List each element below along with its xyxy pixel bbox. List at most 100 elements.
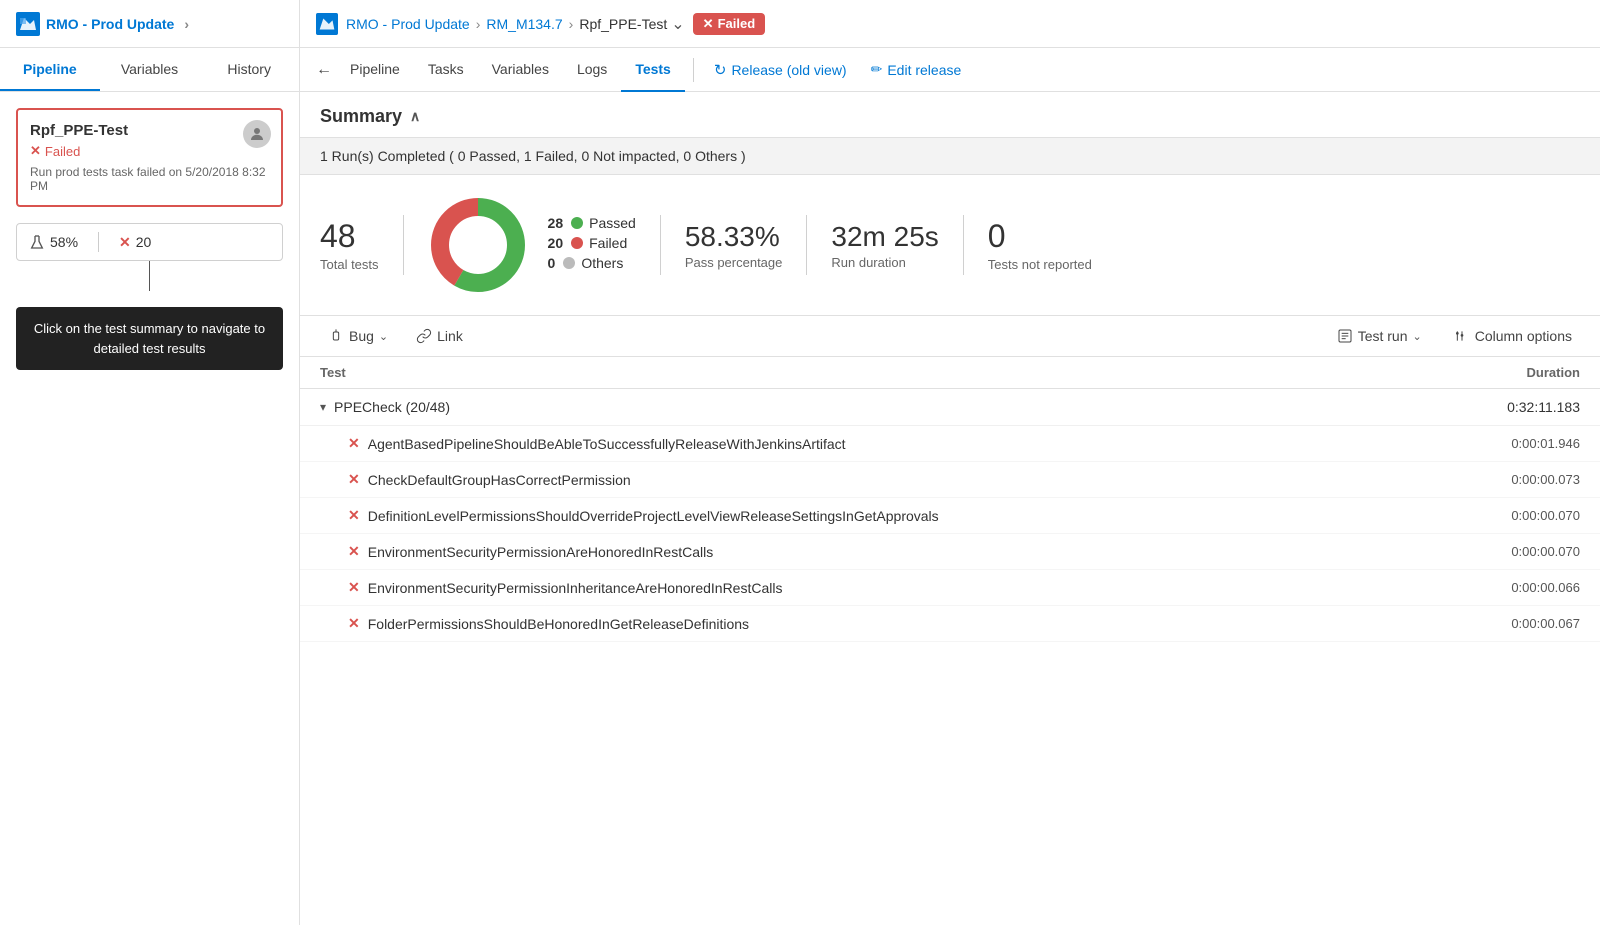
test-duration: 0:00:00.073 [1420, 472, 1580, 487]
bug-button[interactable]: Bug ⌄ [320, 324, 396, 348]
nav-tabs: ← Pipeline Tasks Variables Logs Tests ↻ … [300, 48, 1600, 92]
fail-icon: ✕ [119, 234, 131, 251]
legend-passed: 28 Passed [548, 215, 636, 231]
stage-dropdown-arrow[interactable]: ⌄ [671, 14, 684, 34]
run-summary-bar: 1 Run(s) Completed ( 0 Passed, 1 Failed,… [300, 137, 1600, 175]
bug-dropdown-icon: ⌄ [379, 330, 388, 343]
total-tests-num: 48 [320, 218, 379, 255]
test-name: CheckDefaultGroupHasCorrectPermission [368, 472, 1420, 488]
edit-icon: ✏ [871, 61, 883, 78]
sidebar-tab-history[interactable]: History [199, 48, 299, 91]
breadcrumb-release[interactable]: RM_M134.7 [486, 16, 562, 32]
flask-icon [29, 234, 45, 250]
stage-title: Rpf_PPE-Test [30, 122, 269, 139]
test-name: DefinitionLevelPermissionsShouldOverride… [368, 508, 1420, 524]
legend-others: 0 Others [548, 255, 636, 271]
link-button[interactable]: Link [408, 324, 471, 348]
toolbar-right: Test run ⌄ Column options [1329, 324, 1580, 348]
test-duration: 0:00:00.070 [1420, 508, 1580, 523]
test-duration: 0:00:01.946 [1420, 436, 1580, 451]
donut-chart-area: 28 Passed 20 Failed 0 Others [404, 195, 660, 295]
refresh-icon: ↻ [714, 61, 727, 79]
test-name: EnvironmentSecurityPermissionAreHonoredI… [368, 544, 1420, 560]
test-duration: 0:00:00.070 [1420, 544, 1580, 559]
col-duration-header: Duration [1420, 365, 1580, 380]
fail-icon: ✕ [348, 543, 360, 560]
expand-icon: ▾ [320, 400, 326, 414]
back-arrow-icon[interactable]: ← [316, 61, 332, 79]
fail-stat: ✕ 20 [119, 234, 151, 251]
not-reported-num: 0 [988, 218, 1092, 255]
test-run-icon [1337, 328, 1353, 344]
sidebar-tabs: Pipeline Variables History [0, 48, 299, 92]
pass-stat: 58% [29, 234, 78, 250]
table-row[interactable]: ✕ EnvironmentSecurityPermissionAreHonore… [300, 534, 1600, 570]
fail-icon: ✕ [348, 507, 360, 524]
test-run-dropdown-icon: ⌄ [1413, 330, 1422, 343]
stat-divider [98, 232, 99, 252]
tooltip-box: Click on the test summary to navigate to… [16, 307, 283, 370]
fail-icon: ✕ [348, 579, 360, 596]
stats-row: 48 Total tests [300, 175, 1600, 316]
failed-x-icon: ✕ [703, 16, 714, 32]
pass-pct-num: 58.33% [685, 221, 783, 253]
nav-tab-tests[interactable]: Tests [621, 48, 685, 92]
ado-logo-icon [16, 12, 40, 36]
chart-legend: 28 Passed 20 Failed 0 Others [548, 215, 636, 275]
table-row[interactable]: ✕ FolderPermissionsShouldBeHonoredInGetR… [300, 606, 1600, 642]
ado-icon-right [316, 13, 338, 35]
test-toolbar: Bug ⌄ Link Test run [300, 316, 1600, 357]
fail-icon: ✕ [348, 615, 360, 632]
column-options-button[interactable]: Column options [1446, 324, 1580, 348]
test-run-button[interactable]: Test run ⌄ [1329, 324, 1430, 348]
nav-tab-variables[interactable]: Variables [478, 48, 563, 92]
sidebar-tab-variables[interactable]: Variables [100, 48, 200, 91]
table-header: Test Duration [300, 357, 1600, 389]
run-duration-num: 32m 25s [831, 221, 938, 253]
test-group-row[interactable]: ▾ PPECheck (20/48) 0:32:11.183 [300, 389, 1600, 426]
nav-tab-logs[interactable]: Logs [563, 48, 621, 92]
test-name: FolderPermissionsShouldBeHonoredInGetRel… [368, 616, 1420, 632]
group-duration: 0:32:11.183 [1420, 399, 1580, 415]
col-test-header: Test [320, 365, 1420, 380]
table-row[interactable]: ✕ DefinitionLevelPermissionsShouldOverri… [300, 498, 1600, 534]
group-name: PPECheck (20/48) [334, 399, 1420, 415]
breadcrumb-sep1: › [184, 16, 189, 32]
fail-icon: ✕ [348, 471, 360, 488]
not-reported-label: Tests not reported [988, 257, 1092, 272]
status-badge: ✕ Failed [693, 13, 765, 35]
bug-icon [328, 328, 344, 344]
stage-description: Run prod tests task failed on 5/20/2018 … [30, 165, 269, 193]
run-duration-label: Run duration [831, 255, 938, 270]
total-tests-block: 48 Total tests [320, 218, 403, 272]
link-icon [416, 328, 432, 344]
edit-release-action[interactable]: ✏ Edit release [859, 61, 974, 78]
table-row[interactable]: ✕ EnvironmentSecurityPermissionInheritan… [300, 570, 1600, 606]
user-icon [248, 125, 266, 143]
column-options-icon [1454, 328, 1470, 344]
stage-status: ✕ Failed [30, 143, 269, 159]
donut-chart [428, 195, 528, 295]
breadcrumb-project[interactable]: RMO - Prod Update [346, 16, 470, 32]
nav-divider [693, 58, 694, 82]
pass-pct-label: Pass percentage [685, 255, 783, 270]
table-row[interactable]: ✕ CheckDefaultGroupHasCorrectPermission … [300, 462, 1600, 498]
summary-title: Summary [320, 106, 402, 127]
not-reported-block: 0 Tests not reported [964, 218, 1116, 272]
pipeline-stats: 58% ✕ 20 [16, 223, 283, 261]
pipeline-stage-item[interactable]: Rpf_PPE-Test ✕ Failed Run prod tests tas… [16, 108, 283, 207]
fail-x-icon: ✕ [30, 143, 41, 159]
summary-header[interactable]: Summary ∧ [300, 92, 1600, 137]
test-table: Test Duration ▾ PPECheck (20/48) 0:32:11… [300, 357, 1600, 925]
table-row[interactable]: ✕ AgentBasedPipelineShouldBeAbleToSucces… [300, 426, 1600, 462]
release-old-view-action[interactable]: ↻ Release (old view) [702, 61, 859, 79]
test-name: AgentBasedPipelineShouldBeAbleToSuccessf… [368, 436, 1420, 452]
left-project-name[interactable]: RMO - Prod Update [46, 16, 174, 32]
sidebar-tab-pipeline[interactable]: Pipeline [0, 48, 100, 91]
test-name: EnvironmentSecurityPermissionInheritance… [368, 580, 1420, 596]
breadcrumb-stage[interactable]: Rpf_PPE-Test [579, 16, 667, 32]
nav-tab-pipeline[interactable]: Pipeline [336, 48, 414, 92]
fail-icon: ✕ [348, 435, 360, 452]
nav-tab-tasks[interactable]: Tasks [414, 48, 478, 92]
failed-dot [571, 237, 583, 249]
